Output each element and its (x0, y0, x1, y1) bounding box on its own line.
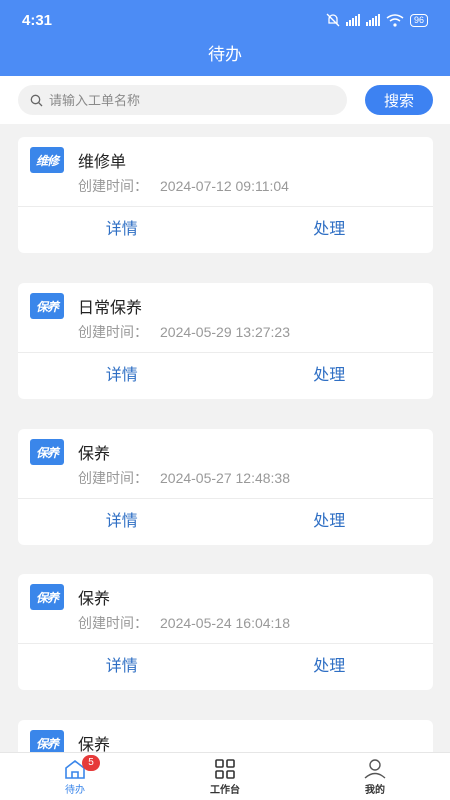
card-title: 日常保养 (78, 300, 143, 317)
process-button[interactable]: 处理 (226, 644, 434, 690)
tab-label: 我的 (365, 785, 385, 796)
card-header: 维修 维修单 创建时间： 2024-07-12 09:11:04 (18, 137, 433, 207)
work-order-card: 保养 保养 创建时间： 2024-05-24 16:04:18 详情 处理 (18, 574, 433, 690)
tab-label: 待办 (65, 785, 85, 796)
process-button[interactable]: 处理 (226, 353, 434, 399)
tab-todo[interactable]: 5 待办 (0, 753, 150, 800)
search-bar: 搜索 (0, 76, 450, 124)
mute-bell-icon (326, 13, 340, 27)
card-actions: 详情 处理 (18, 353, 433, 399)
tab-workbench[interactable]: 工作台 (150, 753, 300, 800)
search-button[interactable]: 搜索 (365, 85, 433, 115)
repair-type-icon: 维修 (30, 147, 64, 173)
work-order-card: 保养 日常保养 创建时间： 2024-05-29 13:27:23 详情 处理 (18, 283, 433, 399)
search-input[interactable] (49, 92, 329, 108)
search-icon (30, 94, 43, 106)
tab-mine[interactable]: 我的 (300, 753, 450, 800)
created-time-label: 创建时间： (78, 615, 148, 631)
status-icons: 96 (326, 13, 428, 27)
process-button[interactable]: 处理 (226, 207, 434, 253)
card-header: 保养 保养 创建时间： 2024-05-27 12:48:38 (18, 429, 433, 499)
maintenance-type-icon: 保养 (30, 439, 64, 465)
wifi-icon (386, 13, 404, 27)
app-header: 4:31 96 待办 (0, 0, 450, 76)
card-header: 保养 日常保养 创建时间： 2024-05-29 13:27:23 (18, 283, 433, 353)
work-order-list[interactable]: 维修 维修单 创建时间： 2024-07-12 09:11:04 详情 处理 保养… (0, 124, 450, 752)
created-time: 创建时间： 2024-07-12 09:11:04 (78, 176, 289, 196)
created-time-value: 2024-05-24 16:04:18 (160, 615, 290, 631)
work-order-card: 保养 保养 (18, 720, 433, 752)
detail-button[interactable]: 详情 (18, 499, 226, 545)
card-actions: 详情 处理 (18, 207, 433, 253)
card-header: 保养 保养 创建时间： 2024-05-24 16:04:18 (18, 574, 433, 644)
card-title: 维修单 (78, 154, 127, 171)
work-order-card: 维修 维修单 创建时间： 2024-07-12 09:11:04 详情 处理 (18, 137, 433, 253)
work-order-card: 保养 保养 创建时间： 2024-05-27 12:48:38 详情 处理 (18, 429, 433, 545)
todo-count-badge: 5 (82, 755, 100, 771)
created-time-label: 创建时间： (78, 178, 148, 194)
detail-button[interactable]: 详情 (18, 207, 226, 253)
battery-icon: 96 (409, 13, 428, 27)
maintenance-type-icon: 保养 (30, 730, 64, 752)
created-time: 创建时间： 2024-05-24 16:04:18 (78, 613, 290, 633)
created-time: 创建时间： 2024-05-27 12:48:38 (78, 468, 290, 488)
search-box[interactable] (18, 85, 347, 115)
signal-icon (345, 14, 360, 26)
user-icon (364, 759, 386, 779)
created-time-value: 2024-05-29 13:27:23 (160, 324, 290, 340)
card-title: 保养 (78, 737, 111, 752)
card-title: 保养 (78, 446, 111, 463)
maintenance-type-icon: 保养 (30, 293, 64, 319)
card-actions: 详情 处理 (18, 499, 433, 545)
card-header: 保养 保养 (18, 720, 433, 752)
created-time-value: 2024-05-27 12:48:38 (160, 470, 290, 486)
signal-icon-2 (365, 14, 380, 26)
process-button[interactable]: 处理 (226, 499, 434, 545)
page-title: 待办 (208, 45, 242, 64)
status-time: 4:31 (22, 11, 53, 29)
grid-icon (215, 759, 235, 779)
created-time-value: 2024-07-12 09:11:04 (160, 178, 289, 194)
detail-button[interactable]: 详情 (18, 353, 226, 399)
card-title: 保养 (78, 591, 111, 608)
created-time: 创建时间： 2024-05-29 13:27:23 (78, 322, 290, 342)
detail-button[interactable]: 详情 (18, 644, 226, 690)
status-bar: 4:31 96 (0, 0, 450, 40)
bottom-tab-bar: 5 待办 工作台 我的 (0, 752, 450, 800)
maintenance-type-icon: 保养 (30, 584, 64, 610)
created-time-label: 创建时间： (78, 324, 148, 340)
created-time-label: 创建时间： (78, 470, 148, 486)
tab-label: 工作台 (210, 785, 240, 796)
card-actions: 详情 处理 (18, 644, 433, 690)
